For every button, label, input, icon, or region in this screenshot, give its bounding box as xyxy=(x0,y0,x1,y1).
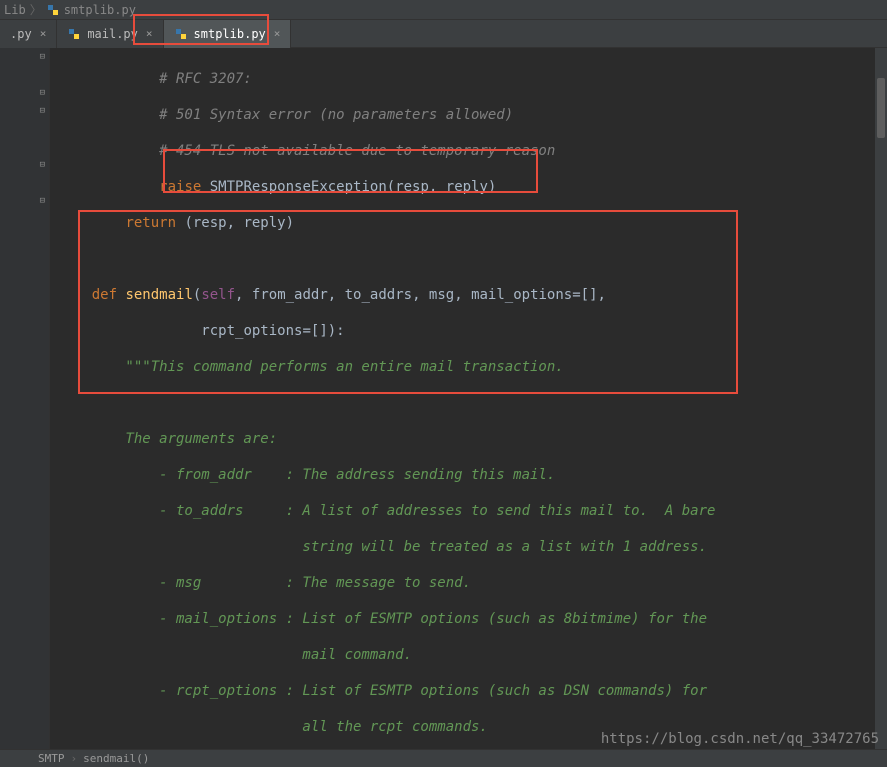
tab-py[interactable]: .py × xyxy=(0,20,57,48)
param-from-addr: from_addr xyxy=(252,287,328,303)
python-file-icon xyxy=(46,3,60,17)
docstring-line: """This command performs an entire mail … xyxy=(58,359,564,375)
docstring-line: The arguments are: xyxy=(58,431,277,447)
vertical-scrollbar[interactable] xyxy=(875,48,887,749)
docstring-line: - to_addrs : A list of addresses to send… xyxy=(58,503,715,519)
breadcrumb-file[interactable]: smtplib.py xyxy=(46,3,136,17)
status-class[interactable]: SMTP xyxy=(38,752,65,765)
breadcrumb-separator: 〉 xyxy=(30,1,42,18)
status-separator: › xyxy=(71,752,78,765)
scrollbar-thumb[interactable] xyxy=(877,78,885,138)
tab-smtplib[interactable]: smtplib.py × xyxy=(164,20,292,48)
python-file-icon xyxy=(67,27,81,41)
gutter: ⊟ ⊟ ⊟ ⊟ ⊟ xyxy=(0,48,50,749)
docstring-line: mail command. xyxy=(58,647,412,663)
param-mail-options: mail_options xyxy=(471,287,572,303)
code-args: (resp, reply) xyxy=(387,179,497,195)
docstring-line: all the rcpt commands. xyxy=(58,719,488,735)
code-comment: # 501 Syntax error (no parameters allowe… xyxy=(58,107,513,123)
code-content[interactable]: # RFC 3207: # 501 Syntax error (no param… xyxy=(50,48,887,749)
code-comment: # 454 TLS not available due to temporary… xyxy=(58,143,555,159)
watermark-text: https://blog.csdn.net/qq_33472765 xyxy=(601,731,879,747)
param-rcpt-options: rcpt_options xyxy=(201,323,302,339)
close-icon[interactable]: × xyxy=(40,27,47,40)
function-name: sendmail xyxy=(125,287,192,303)
param-self: self xyxy=(201,287,235,303)
tab-mail[interactable]: mail.py × xyxy=(57,20,163,48)
code-comment: # RFC 3207: xyxy=(58,71,252,87)
param-to-addrs: to_addrs xyxy=(345,287,412,303)
docstring-line: - from_addr : The address sending this m… xyxy=(58,467,555,483)
fold-icon[interactable]: ⊟ xyxy=(40,88,45,98)
docstring-line: - rcpt_options : List of ESMTP options (… xyxy=(58,683,707,699)
breadcrumb-folder[interactable]: Lib xyxy=(4,3,26,17)
close-icon[interactable]: × xyxy=(274,27,281,40)
breadcrumb: Lib 〉 smtplib.py xyxy=(0,0,887,20)
status-bar: SMTP › sendmail() xyxy=(0,749,887,767)
docstring-line: string will be treated as a list with 1 … xyxy=(58,539,707,555)
docstring-line: - msg : The message to send. xyxy=(58,575,471,591)
editor[interactable]: ⊟ ⊟ ⊟ ⊟ ⊟ # RFC 3207: # 501 Syntax error… xyxy=(0,48,887,749)
keyword-raise: raise xyxy=(159,179,201,195)
close-icon[interactable]: × xyxy=(146,27,153,40)
fold-icon[interactable]: ⊟ xyxy=(40,106,45,116)
class-name: SMTPResponseException xyxy=(210,179,387,195)
param-msg: msg xyxy=(429,287,454,303)
fold-icon[interactable]: ⊟ xyxy=(40,52,45,62)
python-file-icon xyxy=(174,27,188,41)
keyword-def: def xyxy=(92,287,117,303)
docstring-line: - mail_options : List of ESMTP options (… xyxy=(58,611,707,627)
fold-icon[interactable]: ⊟ xyxy=(40,196,45,206)
fold-icon[interactable]: ⊟ xyxy=(40,160,45,170)
keyword-return: return xyxy=(125,215,176,231)
code-return-val: (resp, reply) xyxy=(176,215,294,231)
editor-tabs: .py × mail.py × smtplib.py × xyxy=(0,20,887,48)
status-function[interactable]: sendmail() xyxy=(83,752,149,765)
